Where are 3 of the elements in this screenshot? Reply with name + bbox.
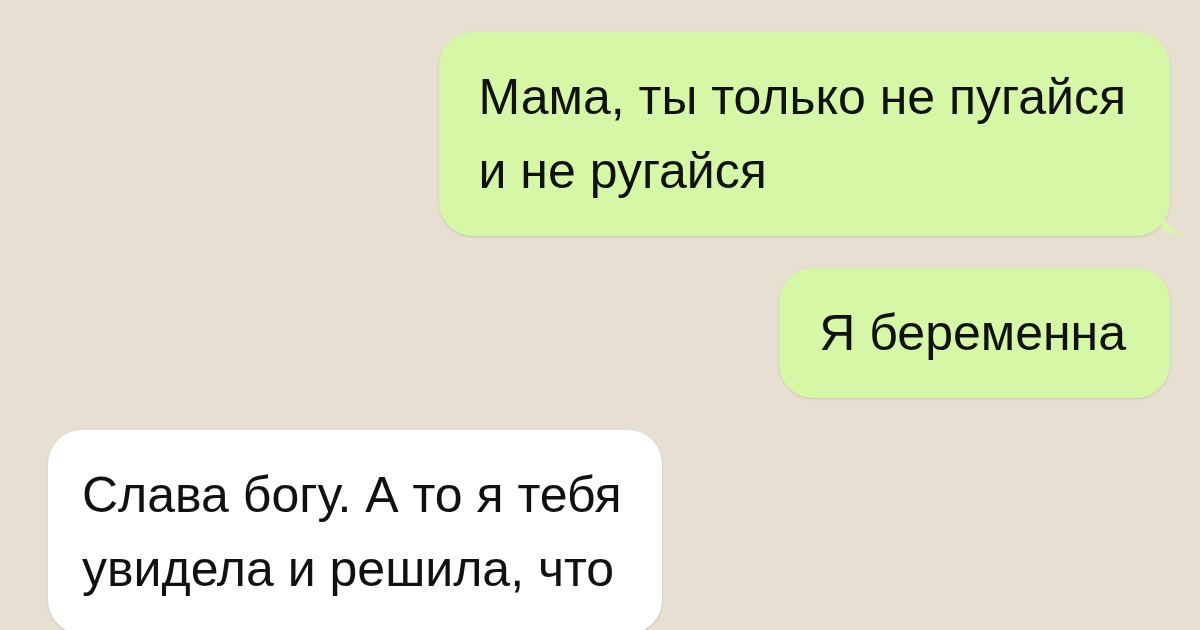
- message-text: Мама, ты только не пугайся и не ругайся: [478, 68, 1126, 201]
- message-text: Слава богу. А то я тебя увидела и решила, что: [82, 466, 622, 599]
- message-text: Я беременна: [819, 304, 1126, 363]
